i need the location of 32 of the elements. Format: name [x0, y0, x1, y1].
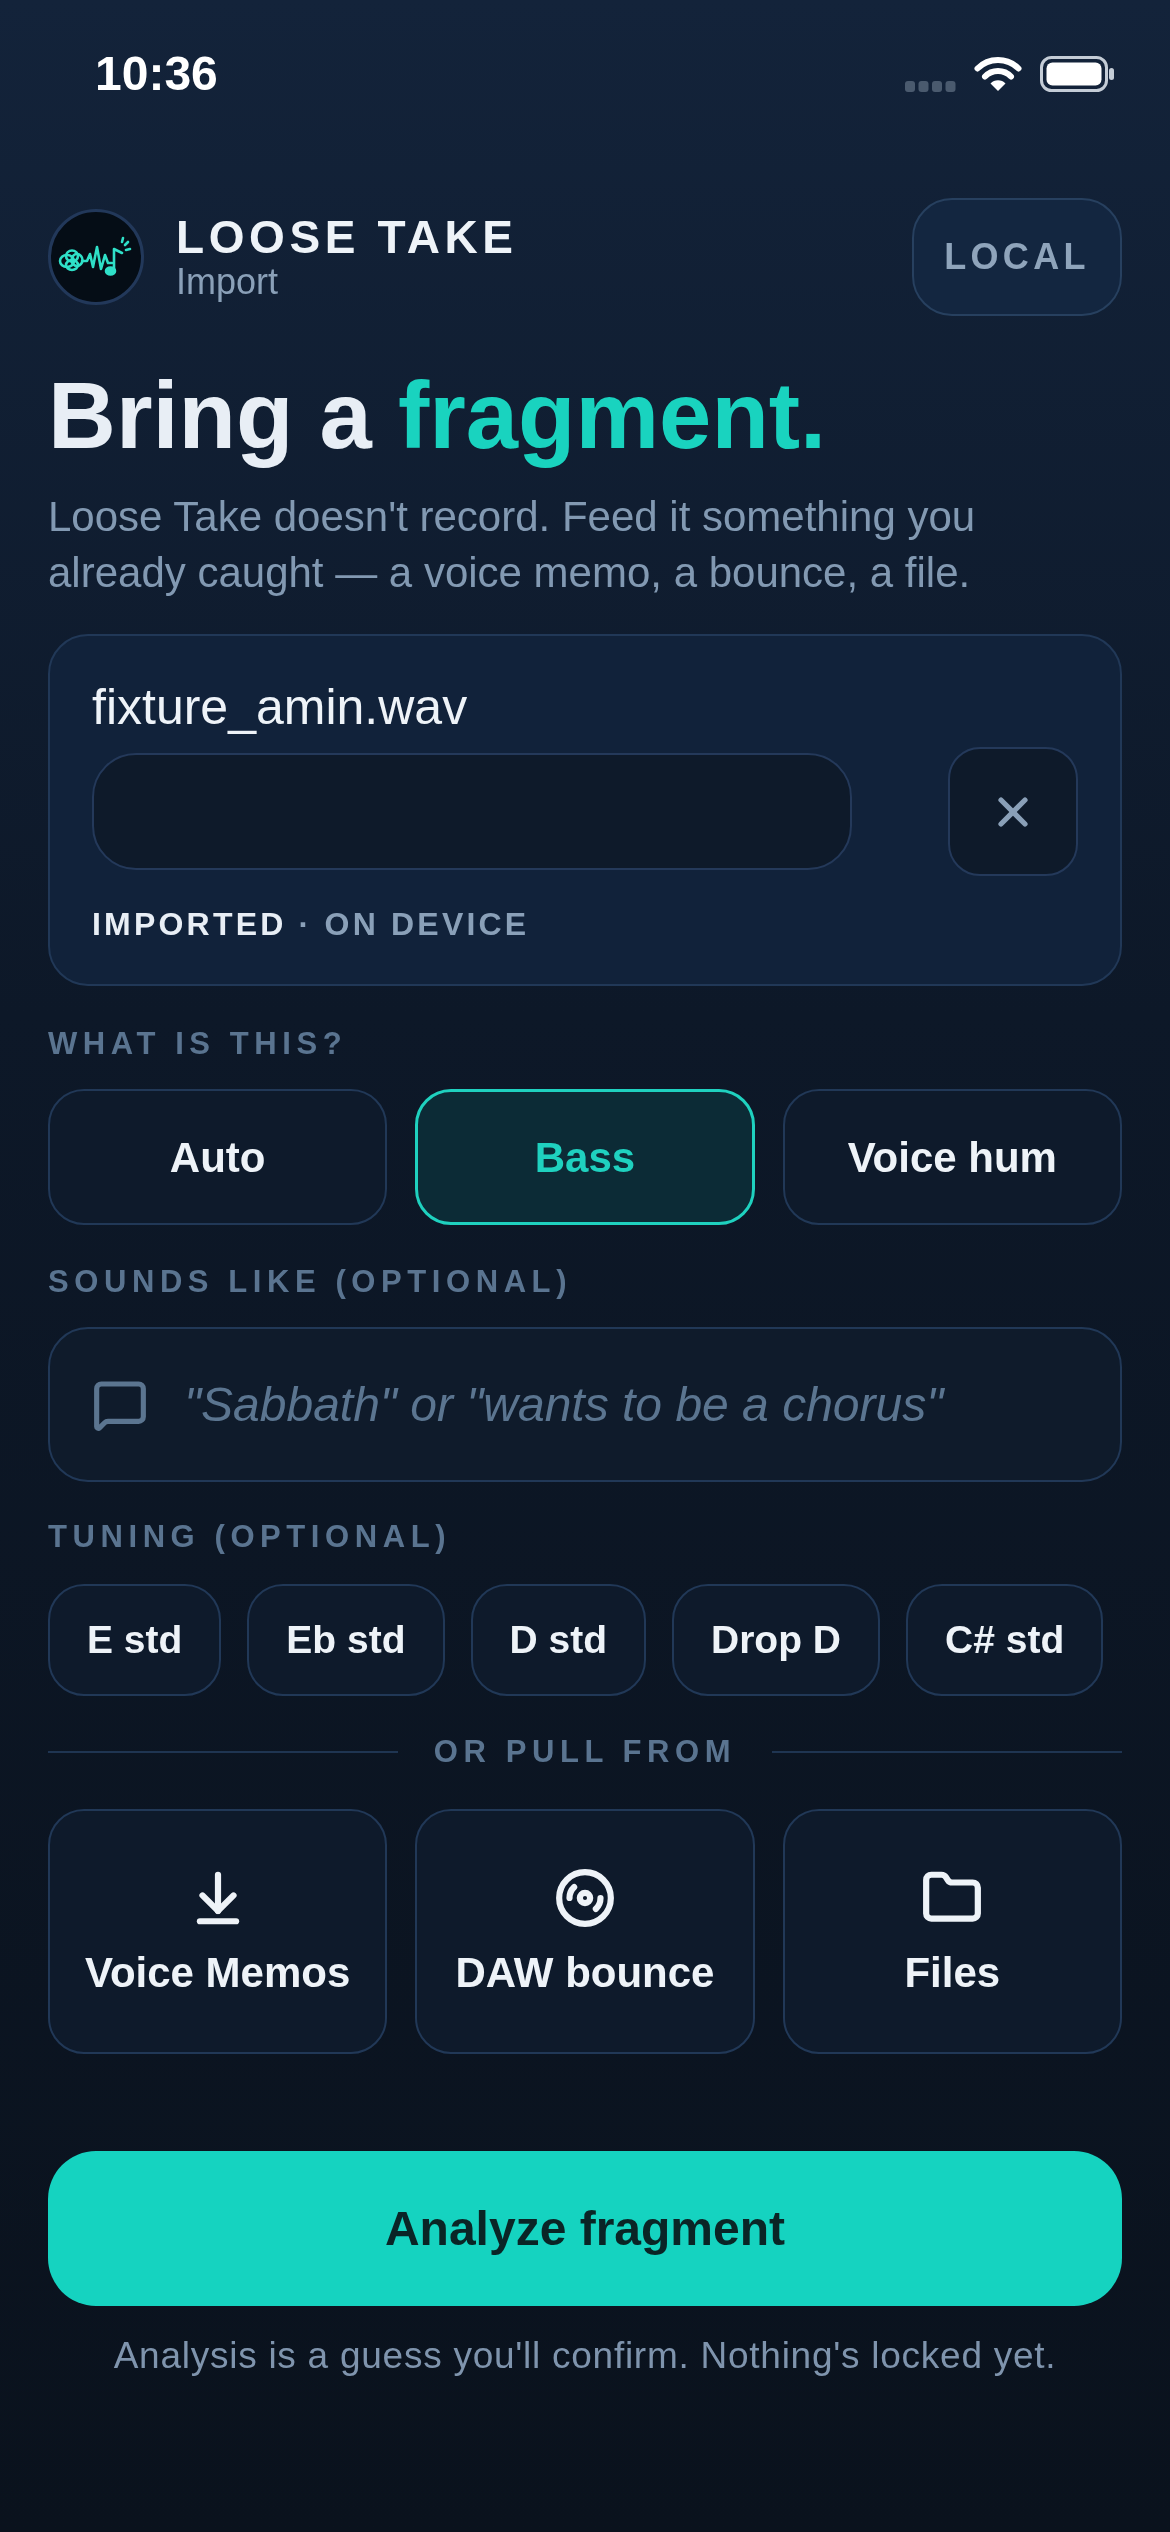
analyze-button[interactable]: Analyze fragment	[48, 2151, 1122, 2306]
section-label: TUNING (OPTIONAL)	[48, 1519, 452, 1555]
type-option[interactable]: Auto	[48, 1089, 388, 1225]
status-time: 10:36	[95, 50, 218, 98]
section-label: SOUNDS LIKE (OPTIONAL)	[48, 1264, 573, 1300]
source-option[interactable]: Files	[782, 1809, 1122, 2054]
tuning-option[interactable]: E std	[48, 1584, 222, 1696]
headline: Bring a fragment.	[48, 362, 827, 470]
type-option[interactable]: Bass	[415, 1089, 755, 1225]
source-option[interactable]: DAW bounce	[415, 1809, 755, 2054]
signal-icon	[905, 80, 956, 92]
tuning-option[interactable]: Drop D	[672, 1584, 881, 1696]
type-option[interactable]: Voice hum	[782, 1089, 1122, 1225]
tuning-option[interactable]: D std	[470, 1584, 647, 1696]
divider-label: OR PULL FROM	[433, 1734, 737, 1770]
remove-file-button[interactable]	[948, 747, 1078, 876]
app-title: LOOSE TAKE	[176, 212, 518, 262]
file-name: fixture_amin.wav	[92, 678, 468, 736]
disc-icon	[554, 1866, 616, 1929]
wifi-icon	[974, 56, 1022, 92]
footnote: Analysis is a guess you'll confirm. Nothing's locked yet.	[112, 2334, 1058, 2378]
local-mode-button[interactable]: LOCAL	[912, 198, 1122, 316]
tuning-option[interactable]: C# std	[906, 1584, 1104, 1696]
section-label: WHAT IS THIS?	[48, 1026, 348, 1062]
source-option[interactable]: Voice Memos	[48, 1809, 388, 2054]
screen-subtitle: Import	[176, 262, 279, 302]
battery-icon	[1040, 56, 1114, 92]
app-logo-icon	[48, 209, 144, 305]
import-status: IMPORTED · ON DEVICE	[92, 905, 530, 944]
tuning-option[interactable]: Eb std	[247, 1584, 445, 1696]
sounds-like-field[interactable]: "Sabbath" or "wants to be a chorus"	[48, 1327, 1122, 1482]
intro-text: Loose Take doesn't record. Feed it something you already caught — a voice memo, a bounce, a file.	[48, 492, 977, 598]
